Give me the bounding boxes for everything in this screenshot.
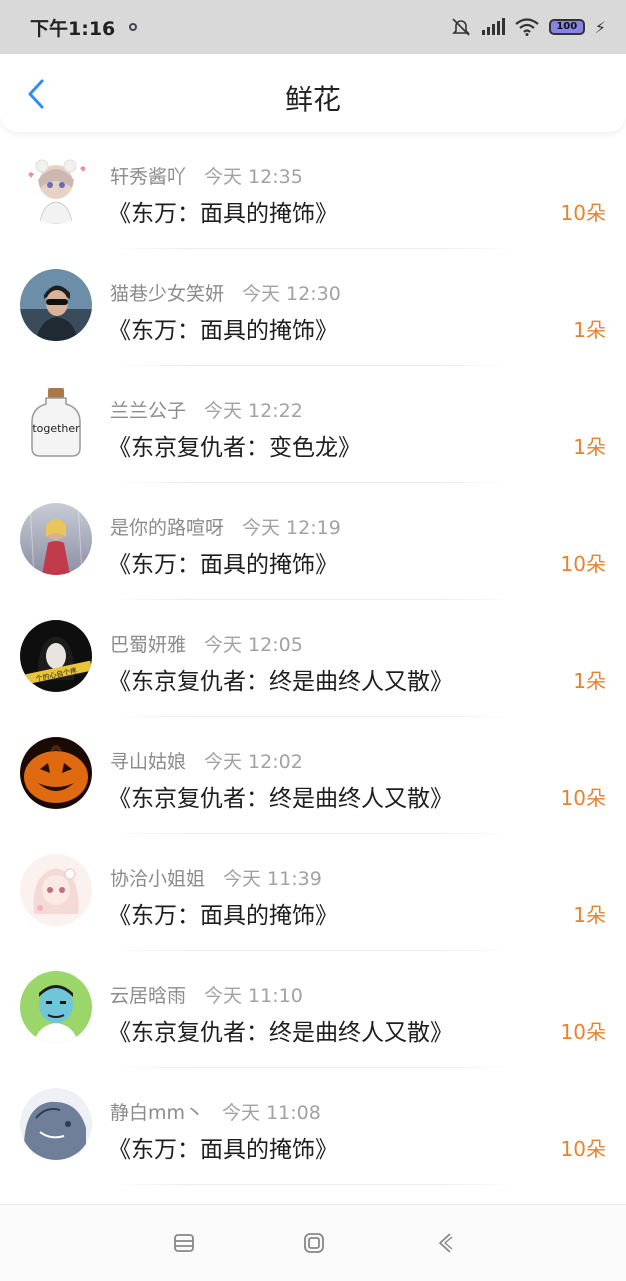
user-name[interactable]: 是你的路喧呀 bbox=[110, 517, 224, 539]
flower-count: 1朵 bbox=[573, 669, 606, 693]
item-meta: 云居晗雨 今天 11:10 bbox=[110, 981, 303, 1008]
timestamp: 今天 12:02 bbox=[204, 751, 303, 773]
item-meta: 兰兰公子 今天 12:22 bbox=[110, 396, 303, 423]
item-meta: 是你的路喧呀 今天 12:19 bbox=[110, 513, 341, 540]
list-item[interactable]: 个的心自个疼 巴蜀妍雅 今天 12:05 《东京复仇者：终是曲终人又散》 1朵 bbox=[0, 600, 626, 717]
divider bbox=[110, 1184, 516, 1185]
item-meta: 静白mm丶 今天 11:08 bbox=[110, 1098, 321, 1125]
list-item[interactable]: 猫巷少女笑妍 今天 12:30 《东万：面具的掩饰》 1朵 bbox=[0, 249, 626, 366]
timestamp: 今天 12:35 bbox=[204, 166, 303, 188]
timestamp: 今天 12:30 bbox=[242, 283, 341, 305]
flower-count: 1朵 bbox=[573, 903, 606, 927]
flower-count: 10朵 bbox=[560, 201, 606, 225]
list-item[interactable]: 轩秀酱吖 今天 12:35 《东万：面具的掩饰》 10朵 bbox=[0, 132, 626, 249]
user-name[interactable]: 兰兰公子 bbox=[110, 400, 186, 422]
user-name[interactable]: 协洽小姐姐 bbox=[110, 868, 205, 890]
user-name[interactable]: 巴蜀妍雅 bbox=[110, 634, 186, 656]
status-icons: 100 ⚡ bbox=[451, 17, 606, 37]
bottle-label: together bbox=[32, 422, 80, 435]
avatar[interactable] bbox=[20, 971, 92, 1043]
user-name[interactable]: 猫巷少女笑妍 bbox=[110, 283, 224, 305]
flower-count: 1朵 bbox=[573, 435, 606, 459]
timestamp: 今天 12:22 bbox=[204, 400, 303, 422]
book-title[interactable]: 《东万：面具的掩饰》 bbox=[108, 896, 338, 930]
flower-count: 10朵 bbox=[560, 552, 606, 576]
list-item[interactable]: 寻山姑娘 今天 12:02 《东京复仇者：终是曲终人又散》 10朵 bbox=[0, 717, 626, 834]
timestamp: 今天 12:19 bbox=[242, 517, 341, 539]
book-title[interactable]: 《东万：面具的掩饰》 bbox=[108, 194, 338, 228]
user-name[interactable]: 寻山姑娘 bbox=[110, 751, 186, 773]
avatar[interactable] bbox=[20, 1088, 92, 1160]
status-bar: 下午1:16 100 ⚡ bbox=[0, 0, 626, 54]
mute-bell-icon bbox=[451, 18, 470, 36]
system-nav-bar bbox=[0, 1204, 626, 1281]
book-title[interactable]: 《东京复仇者：终是曲终人又散》 bbox=[108, 662, 453, 696]
list-item[interactable]: 是你的路喧呀 今天 12:19 《东万：面具的掩饰》 10朵 bbox=[0, 483, 626, 600]
flower-count: 10朵 bbox=[560, 786, 606, 810]
charging-icon: ⚡ bbox=[594, 17, 606, 37]
app-header: 鲜花 bbox=[0, 54, 626, 132]
book-title[interactable]: 《东万：面具的掩饰》 bbox=[108, 1130, 338, 1164]
status-notification-icon bbox=[129, 23, 138, 31]
item-meta: 猫巷少女笑妍 今天 12:30 bbox=[110, 279, 341, 306]
timestamp: 今天 11:39 bbox=[223, 868, 322, 890]
battery-icon: 100 bbox=[548, 19, 585, 35]
list-item[interactable]: 协洽小姐姐 今天 11:39 《东万：面具的掩饰》 1朵 bbox=[0, 834, 626, 951]
avatar[interactable] bbox=[20, 737, 92, 809]
timestamp: 今天 11:08 bbox=[222, 1102, 321, 1124]
book-title[interactable]: 《东万：面具的掩饰》 bbox=[108, 311, 338, 345]
book-title[interactable]: 《东万：面具的掩饰》 bbox=[108, 545, 338, 579]
book-title[interactable]: 《东京复仇者：变色龙》 bbox=[108, 428, 361, 462]
timestamp: 今天 11:10 bbox=[204, 985, 303, 1007]
book-title[interactable]: 《东京复仇者：终是曲终人又散》 bbox=[108, 779, 453, 813]
flower-count: 1朵 bbox=[573, 318, 606, 342]
item-meta: 协洽小姐姐 今天 11:39 bbox=[110, 864, 322, 891]
flower-count: 10朵 bbox=[560, 1020, 606, 1044]
list-item[interactable]: together 兰兰公子 今天 12:22 《东京复仇者：变色龙》 1朵 bbox=[0, 366, 626, 483]
avatar[interactable]: 个的心自个疼 bbox=[20, 620, 92, 692]
page-title: 鲜花 bbox=[284, 83, 341, 116]
signal-icon bbox=[481, 18, 505, 35]
item-meta: 寻山姑娘 今天 12:02 bbox=[110, 747, 303, 774]
avatar[interactable] bbox=[20, 152, 92, 224]
flower-list: 轩秀酱吖 今天 12:35 《东万：面具的掩饰》 10朵 猫巷少女笑妍 今天 12:… bbox=[0, 132, 626, 1185]
avatar[interactable] bbox=[20, 854, 92, 926]
avatar[interactable]: together bbox=[20, 386, 92, 458]
item-meta: 轩秀酱吖 今天 12:35 bbox=[110, 162, 303, 189]
timestamp: 今天 12:05 bbox=[204, 634, 303, 656]
list-item[interactable]: 静白mm丶 今天 11:08 《东万：面具的掩饰》 10朵 bbox=[0, 1068, 626, 1185]
item-meta: 巴蜀妍雅 今天 12:05 bbox=[110, 630, 303, 657]
avatar[interactable] bbox=[20, 503, 92, 575]
user-name[interactable]: 轩秀酱吖 bbox=[110, 166, 186, 188]
user-name[interactable]: 静白mm丶 bbox=[110, 1102, 204, 1124]
book-title[interactable]: 《东京复仇者：终是曲终人又散》 bbox=[108, 1013, 453, 1047]
status-time: 下午1:16 bbox=[30, 17, 116, 40]
flower-count: 10朵 bbox=[560, 1137, 606, 1161]
user-name[interactable]: 云居晗雨 bbox=[110, 985, 186, 1007]
wifi-icon bbox=[515, 18, 539, 36]
back-triangle-icon[interactable] bbox=[434, 1231, 458, 1255]
avatar[interactable] bbox=[20, 269, 92, 341]
home-square-icon[interactable] bbox=[302, 1231, 326, 1255]
menu-icon[interactable] bbox=[172, 1231, 196, 1255]
list-item[interactable]: 云居晗雨 今天 11:10 《东京复仇者：终是曲终人又散》 10朵 bbox=[0, 951, 626, 1068]
